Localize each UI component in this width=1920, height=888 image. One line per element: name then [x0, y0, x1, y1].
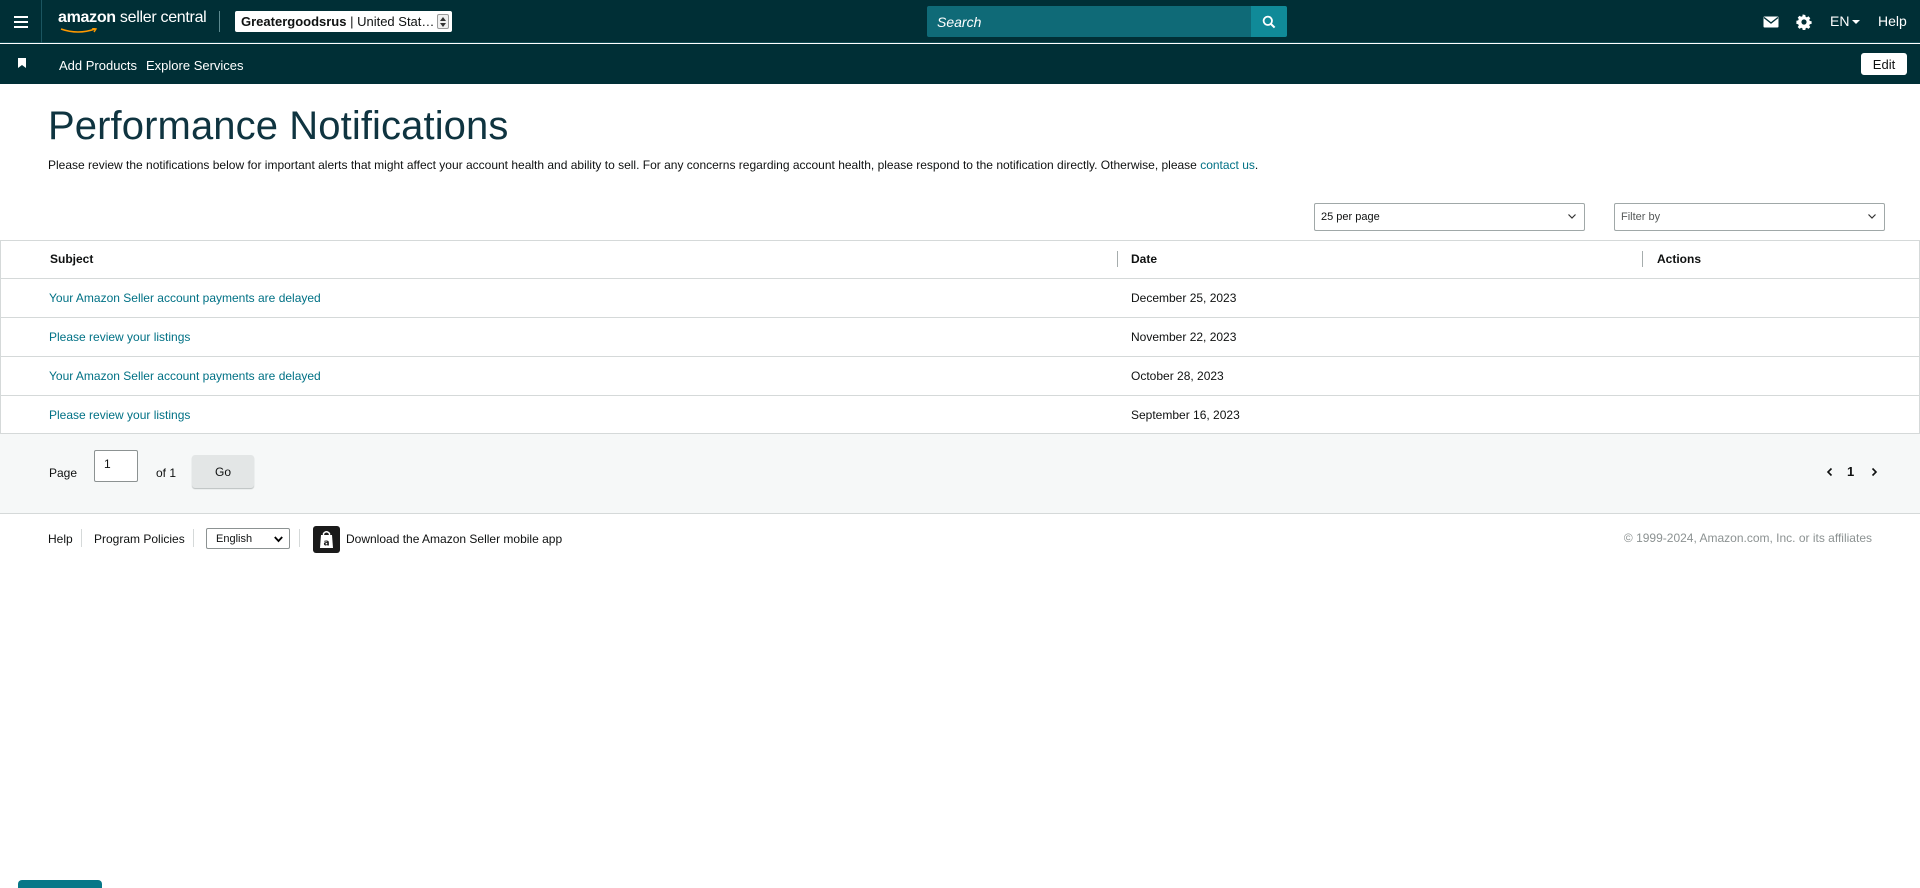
menu-icon[interactable] [0, 0, 42, 43]
pagination-bar: Page 1 of 1 Go 1 [0, 434, 1920, 514]
chevron-left-icon[interactable] [1825, 467, 1835, 477]
account-name: Greatergoodsrus [241, 14, 347, 29]
search-button[interactable] [1251, 6, 1287, 37]
notification-date: October 28, 2023 [1131, 369, 1224, 383]
chevron-down-icon [1568, 214, 1576, 219]
column-divider [1117, 251, 1118, 267]
footer-language-select[interactable]: English [206, 528, 290, 549]
nav-explore-services[interactable]: Explore Services [146, 58, 244, 73]
chevron-down-icon [274, 536, 283, 543]
language-menu[interactable]: EN [1830, 13, 1861, 29]
notification-date: September 16, 2023 [1131, 408, 1240, 422]
page-label: Page [49, 466, 78, 480]
language-option: English [216, 533, 253, 545]
notification-subject-link[interactable]: Please review your listings [49, 408, 190, 422]
notification-subject-link[interactable]: Your Amazon Seller account payments are … [49, 291, 321, 305]
amazon-smile-icon [60, 28, 98, 33]
table-row: Your Amazon Seller account payments are … [1, 279, 1919, 318]
bookmark-icon[interactable] [18, 58, 26, 68]
language-label: EN [1830, 13, 1850, 29]
footer-divider [299, 529, 300, 547]
chevron-down-icon [1868, 214, 1876, 219]
notification-date: December 25, 2023 [1131, 291, 1237, 305]
download-app-link[interactable]: Download the Amazon Seller mobile app [346, 532, 562, 546]
amazon-app-icon[interactable]: a [313, 526, 340, 553]
page-of-label: of 1 [156, 466, 177, 480]
filter-select[interactable]: Filter by [1614, 203, 1885, 231]
account-region: | United Stat… [346, 14, 435, 29]
account-selector[interactable]: Greatergoodsrus | United Stat… [235, 11, 452, 32]
edit-button[interactable]: Edit [1861, 53, 1907, 75]
table-header: Subject Date Actions [1, 241, 1919, 279]
column-actions: Actions [1657, 252, 1702, 266]
caret-down-icon [1852, 20, 1861, 25]
nav-bar: Add Products Explore Services Edit [0, 44, 1920, 84]
go-button[interactable]: Go [192, 455, 254, 488]
mail-icon[interactable] [1762, 13, 1780, 31]
nav-add-products[interactable]: Add Products [59, 58, 137, 73]
footer-help-link[interactable]: Help [48, 532, 73, 546]
account-spinner-icon [437, 14, 449, 29]
footer-divider [193, 529, 194, 547]
chevron-right-icon[interactable] [1869, 467, 1879, 477]
contact-us-link[interactable]: contact us [1200, 158, 1255, 172]
column-date[interactable]: Date [1131, 252, 1157, 266]
per-page-value: 25 per page [1321, 211, 1380, 223]
search-input[interactable]: Search [927, 6, 1251, 37]
notification-subject-link[interactable]: Please review your listings [49, 330, 190, 344]
seller-central-logo[interactable]: amazon seller central [58, 9, 207, 35]
intro-body: Please review the notifications below fo… [48, 158, 1201, 172]
intro-end: . [1254, 158, 1259, 172]
feedback-tab-button[interactable] [18, 880, 102, 888]
top-bar: amazon seller central Greatergoodsrus | … [0, 0, 1920, 43]
copyright-text: © 1999-2024, Amazon.com, Inc. or its aff… [1623, 531, 1872, 545]
svg-text:a: a [323, 539, 329, 549]
gear-icon[interactable] [1795, 13, 1813, 31]
page-title: Performance Notifications [48, 104, 509, 148]
column-divider [1642, 251, 1643, 267]
search-icon [1262, 15, 1276, 28]
current-page-number[interactable]: 1 [1847, 464, 1854, 479]
logo-product: seller central [115, 9, 207, 26]
notifications-table: Subject Date Actions Your Amazon Seller … [0, 240, 1920, 434]
footer-divider [81, 529, 82, 547]
help-link[interactable]: Help [1878, 13, 1907, 29]
table-row: Your Amazon Seller account payments are … [1, 357, 1919, 396]
filter-placeholder: Filter by [1621, 211, 1661, 223]
per-page-select[interactable]: 25 per page [1314, 203, 1585, 231]
intro-text: Please review the notifications below fo… [48, 158, 1258, 172]
notification-subject-link[interactable]: Your Amazon Seller account payments are … [49, 369, 321, 383]
logo-brand: amazon [58, 9, 116, 26]
notification-date: November 22, 2023 [1131, 330, 1237, 344]
table-row: Please review your listings November 22,… [1, 318, 1919, 357]
page-number-input[interactable]: 1 [94, 450, 138, 482]
table-row: Please review your listings September 16… [1, 396, 1919, 435]
divider [219, 11, 220, 32]
column-subject[interactable]: Subject [50, 252, 93, 266]
footer-program-policies-link[interactable]: Program Policies [94, 532, 185, 546]
